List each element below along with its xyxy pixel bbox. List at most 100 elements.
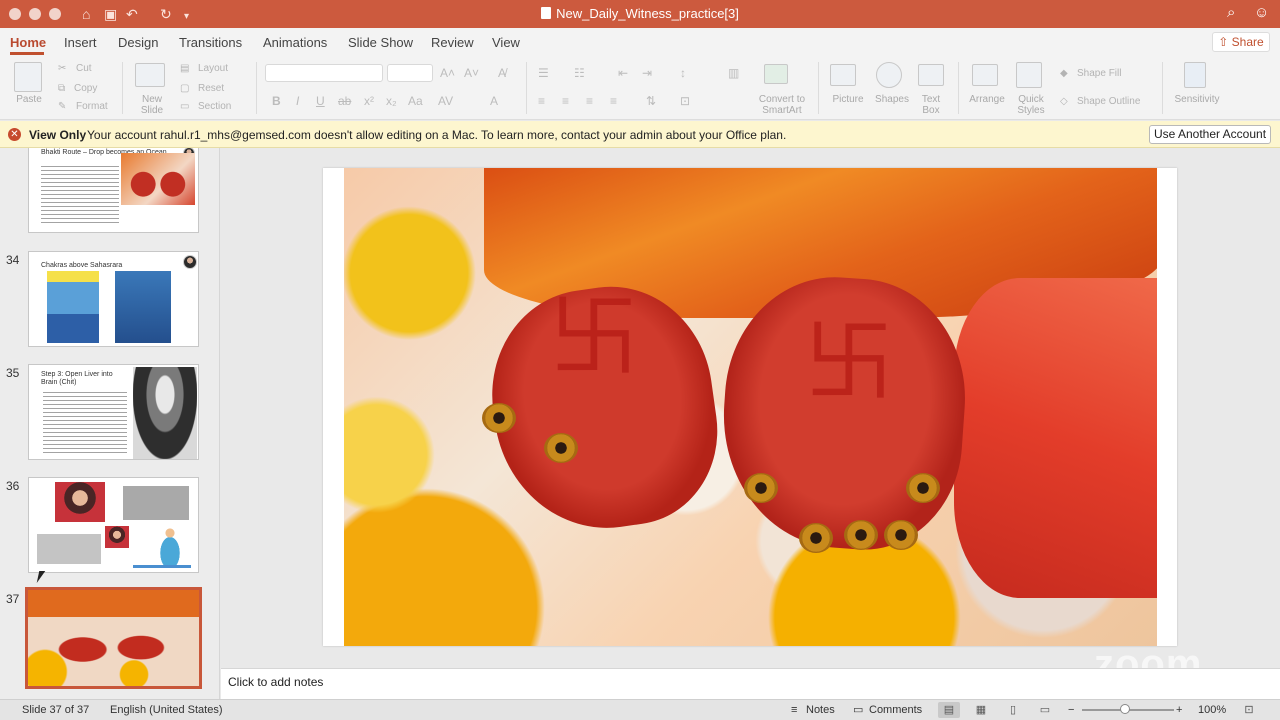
picture-button[interactable]: Picture — [828, 94, 868, 105]
layout-button[interactable]: Layout — [198, 63, 228, 75]
zoom-slider-handle[interactable] — [1120, 704, 1130, 714]
cut-button[interactable]: Cut — [76, 63, 92, 75]
font-name-input[interactable] — [265, 64, 383, 82]
sensitivity-icon[interactable] — [1184, 62, 1206, 88]
superscript-icon[interactable]: x² — [364, 94, 374, 108]
slide-sorter-icon[interactable]: ▦ — [970, 702, 992, 718]
text-box-button[interactable]: Text Box — [916, 94, 946, 116]
slide-number: 37 — [6, 592, 20, 606]
tab-home[interactable]: Home — [10, 35, 46, 50]
sensitivity-button[interactable]: Sensitivity — [1170, 94, 1224, 105]
use-another-account-button[interactable]: Use Another Account — [1149, 125, 1271, 144]
subscript-icon[interactable]: x₂ — [386, 94, 397, 108]
close-circle-icon[interactable]: ✕ — [8, 128, 21, 141]
arrange-button[interactable]: Arrange — [966, 94, 1008, 105]
tab-design[interactable]: Design — [118, 35, 158, 50]
change-case-icon[interactable]: Aa — [408, 94, 423, 108]
shape-outline-button[interactable]: Shape Outline — [1077, 96, 1140, 108]
account-icon[interactable]: ☺ — [1254, 4, 1269, 21]
thumb-image — [153, 525, 187, 565]
document-icon — [541, 7, 552, 19]
italic-icon[interactable]: I — [296, 94, 299, 108]
shapes-icon[interactable] — [876, 62, 902, 88]
shapes-button[interactable]: Shapes — [872, 94, 912, 105]
reading-view-icon[interactable]: ▯ — [1002, 702, 1024, 718]
format-painter-button[interactable]: Format — [76, 101, 108, 113]
shape-fill-button[interactable]: Shape Fill — [1077, 68, 1121, 80]
zoom-in-icon[interactable]: + — [1176, 704, 1182, 717]
normal-view-icon[interactable]: ▤ — [938, 702, 960, 718]
tab-animations[interactable]: Animations — [263, 35, 327, 50]
tab-slide-show[interactable]: Slide Show — [348, 35, 413, 50]
columns-icon[interactable]: ▥ — [728, 66, 739, 80]
new-slide-icon[interactable] — [135, 63, 165, 87]
paste-button[interactable]: Paste — [12, 94, 46, 105]
smartart-icon[interactable] — [764, 64, 788, 84]
tab-transitions[interactable]: Transitions — [179, 35, 242, 50]
avatar — [183, 255, 197, 269]
strikethrough-icon[interactable]: ab — [338, 94, 351, 108]
increase-indent-icon[interactable]: ⇥ — [642, 66, 652, 80]
text-direction-icon[interactable]: ⇅ — [646, 94, 656, 108]
reset-button[interactable]: Reset — [198, 83, 224, 95]
tab-insert[interactable]: Insert — [64, 35, 97, 50]
fit-to-window-icon[interactable]: ⊡ — [1238, 702, 1260, 718]
slide-thumbnail-34[interactable]: Chakras above Sahasrara — [28, 251, 199, 347]
increase-font-icon[interactable]: A˄ — [440, 66, 455, 80]
quick-styles-icon[interactable] — [1016, 62, 1042, 88]
search-icon[interactable]: ⌕ — [1227, 4, 1235, 21]
align-text-icon[interactable]: ⊡ — [680, 94, 690, 108]
align-center-icon[interactable]: ≡ — [562, 94, 569, 108]
decrease-font-icon[interactable]: A˅ — [464, 66, 479, 80]
slide-thumbnail-33[interactable]: Bhakti Route – Drop becomes an Ocean — [28, 148, 199, 233]
text-box-icon[interactable] — [918, 64, 944, 86]
arrange-icon[interactable] — [972, 64, 998, 86]
clear-format-icon[interactable]: A̸ — [498, 66, 506, 80]
ribbon-divider — [1162, 62, 1163, 114]
bullets-icon[interactable]: ☰ — [538, 66, 549, 80]
zoom-out-icon[interactable]: − — [1068, 704, 1074, 717]
comments-icon: ▭ — [853, 704, 864, 716]
notes-pane[interactable]: Click to add notes — [221, 668, 1280, 699]
tab-review[interactable]: Review — [431, 35, 474, 50]
slide-thumbnail-37[interactable] — [25, 587, 202, 689]
language-indicator[interactable]: English (United States) — [110, 704, 223, 717]
character-spacing-icon[interactable]: AV — [438, 94, 453, 108]
convert-smartart-button[interactable]: Convert to SmartArt — [754, 94, 810, 116]
slide-photo[interactable]: 卐 卐 — [344, 168, 1157, 646]
thumb-image — [28, 590, 199, 686]
line-spacing-icon[interactable]: ↕ — [680, 66, 686, 80]
slide-thumbnails-panel[interactable]: Bhakti Route – Drop becomes an Ocean 34 … — [0, 148, 220, 699]
copy-button[interactable]: Copy — [74, 83, 97, 95]
photo-toe-ring — [482, 403, 516, 433]
symbol-icon: 卐 — [549, 288, 639, 388]
slide-show-icon[interactable]: ▭ — [1034, 702, 1056, 718]
thumb-text-lines — [41, 163, 119, 223]
picture-icon[interactable] — [830, 64, 856, 86]
numbering-icon[interactable]: ☷ — [574, 66, 585, 80]
tab-view[interactable]: View — [492, 35, 520, 50]
ribbon-tabs: Home Insert Design Transitions Animation… — [0, 28, 1280, 56]
notes-button[interactable]: Notes — [806, 704, 835, 717]
decrease-indent-icon[interactable]: ⇤ — [618, 66, 628, 80]
ribbon-divider — [256, 62, 257, 114]
section-button[interactable]: Section — [198, 101, 231, 113]
powerpoint-window: ⌂ ▣ ↶ ↻ ▾ New_Daily_Witness_practice[3] … — [0, 0, 1280, 720]
underline-icon[interactable]: U — [316, 94, 325, 108]
paste-icon[interactable] — [14, 62, 42, 92]
thumb-image — [123, 486, 189, 520]
justify-icon[interactable]: ≡ — [610, 94, 617, 108]
align-right-icon[interactable]: ≡ — [586, 94, 593, 108]
cut-icon: ✂ — [58, 63, 67, 74]
align-left-icon[interactable]: ≡ — [538, 94, 545, 108]
slide-thumbnail-36[interactable] — [28, 477, 199, 573]
comments-button[interactable]: Comments — [869, 704, 922, 717]
quick-styles-button[interactable]: Quick Styles — [1012, 94, 1050, 116]
new-slide-button[interactable]: New Slide — [133, 94, 171, 116]
zoom-level[interactable]: 100% — [1198, 704, 1226, 717]
font-color-icon[interactable]: A — [490, 94, 498, 108]
font-size-input[interactable] — [387, 64, 433, 82]
slide-thumbnail-35[interactable]: Step 3: Open Liver into Brain (Chit) — [28, 364, 199, 460]
share-button[interactable]: ⇧ Share — [1212, 32, 1270, 52]
bold-icon[interactable]: B — [272, 94, 281, 108]
